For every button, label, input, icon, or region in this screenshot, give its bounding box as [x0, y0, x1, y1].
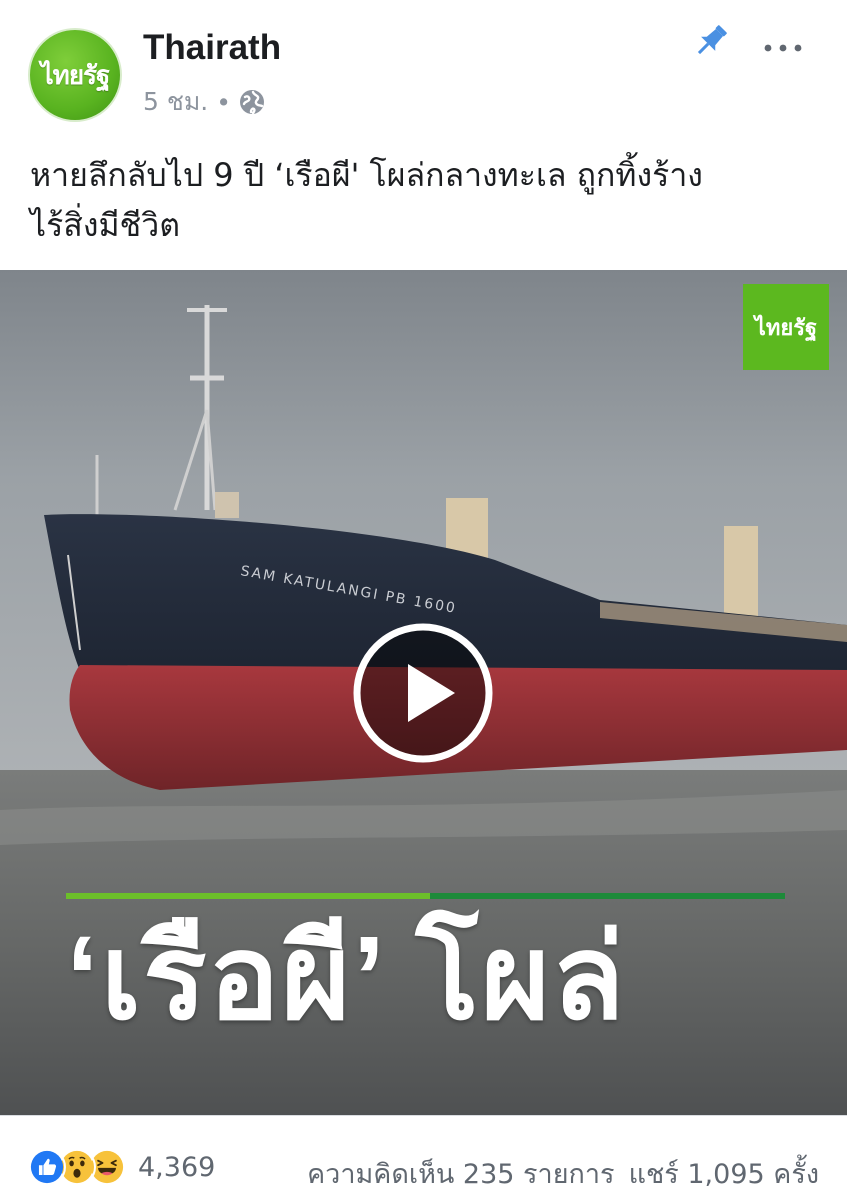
- meta-separator: •: [216, 87, 231, 117]
- more-options-icon[interactable]: [760, 38, 806, 58]
- post-timestamp[interactable]: 5 ชม.: [143, 82, 208, 122]
- post-header: ไทยรัฐ Thairath 5 ชม. •: [0, 0, 847, 140]
- like-reaction-icon: [28, 1148, 66, 1186]
- post-meta: 5 ชม. •: [143, 82, 265, 122]
- reaction-summary[interactable]: 4,369: [28, 1148, 215, 1186]
- post-message-line-2: ไร้สิ่งมีชีวิต: [30, 206, 180, 244]
- video-headline-overlay: ‘เรือผี’ โผล่: [66, 912, 627, 1044]
- post-message-line-1: หายลึกลับไป 9 ปี ‘เรือผี' โผล่กลางทะเล ถ…: [30, 156, 703, 194]
- shares-count-link[interactable]: แชร์ 1,095 ครั้ง: [629, 1152, 819, 1195]
- page-name-link[interactable]: Thairath: [143, 28, 281, 68]
- pin-icon[interactable]: [690, 20, 732, 62]
- comments-count-link[interactable]: ความคิดเห็น 235 รายการ: [307, 1152, 614, 1195]
- reaction-count: 4,369: [138, 1151, 216, 1183]
- play-icon[interactable]: [352, 622, 494, 764]
- video-player[interactable]: SAM KATULANGI PB 1600 ไทยรัฐ ‘เรือผี’ โผ…: [0, 270, 847, 1115]
- watermark-logo-text: ไทยรัฐ: [754, 314, 818, 341]
- page-avatar[interactable]: ไทยรัฐ: [28, 28, 122, 122]
- headline-accent-bar: [66, 893, 785, 899]
- post-footer: 4,369 ความคิดเห็น 235 รายการ แชร์ 1,095 …: [0, 1115, 847, 1200]
- post-message: หายลึกลับไป 9 ปี ‘เรือผี' โผล่กลางทะเล ถ…: [30, 150, 820, 250]
- avatar-logo-text: ไทยรัฐ: [40, 60, 111, 91]
- engagement-stats: ความคิดเห็น 235 รายการ แชร์ 1,095 ครั้ง: [307, 1152, 819, 1195]
- thairath-watermark-logo: ไทยรัฐ: [743, 284, 829, 370]
- globe-icon: [240, 90, 264, 115]
